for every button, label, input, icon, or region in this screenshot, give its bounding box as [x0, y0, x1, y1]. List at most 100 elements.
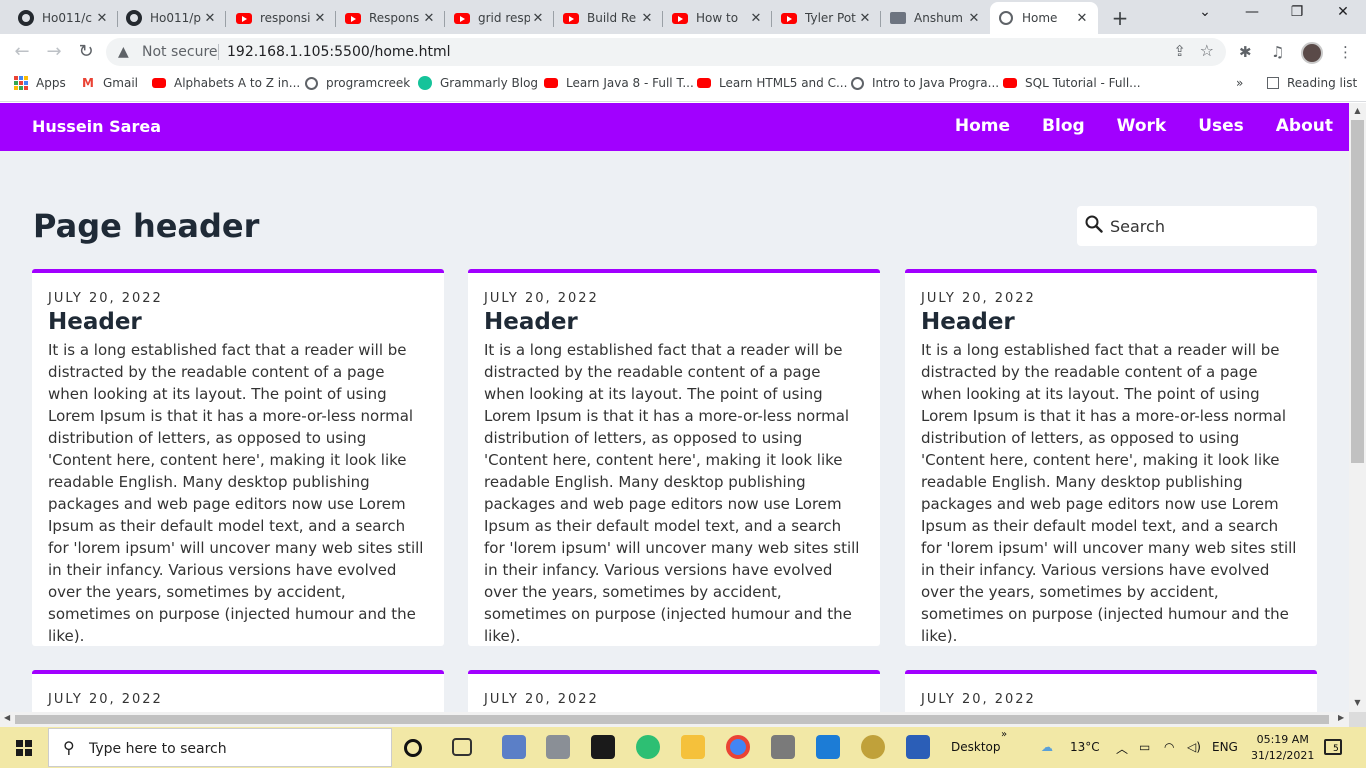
browser-tab[interactable]: Ho011/c ✕ — [10, 2, 118, 34]
windows-start-icon[interactable] — [16, 740, 32, 756]
weather-temp[interactable]: 13°C — [1070, 740, 1100, 754]
nav-link-blog[interactable]: Blog — [1042, 116, 1085, 136]
search-box[interactable] — [1077, 206, 1317, 246]
close-tab-icon[interactable]: ✕ — [530, 11, 546, 26]
more-bookmarks-icon[interactable]: » — [1236, 76, 1243, 90]
bookmark-item[interactable]: programcreek — [304, 76, 410, 90]
nav-link-home[interactable]: Home — [955, 116, 1010, 136]
powershell-icon[interactable] — [906, 735, 930, 759]
scrollbar-thumb[interactable] — [1351, 120, 1364, 463]
intellij-icon[interactable] — [591, 735, 615, 759]
language-indicator[interactable]: ENG — [1212, 740, 1238, 754]
vertical-scrollbar[interactable]: ▲ ▼ — [1349, 103, 1366, 712]
bookmark-item[interactable]: Learn HTML5 and C... — [697, 76, 847, 90]
volume-icon[interactable]: ◁) — [1187, 740, 1201, 754]
app-icon[interactable] — [502, 735, 526, 759]
browser-tab[interactable]: Anshum ✕ — [882, 2, 990, 34]
reading-list-button[interactable]: Reading list — [1267, 76, 1357, 90]
close-tab-icon[interactable]: ✕ — [966, 11, 982, 26]
post-card[interactable]: JULY 20, 2022 — [905, 670, 1317, 712]
browser-tab-active[interactable]: Home ✕ — [990, 2, 1098, 34]
task-view-icon[interactable] — [452, 738, 472, 756]
scroll-left-icon[interactable]: ◀ — [4, 713, 10, 722]
scroll-right-icon[interactable]: ▶ — [1338, 713, 1344, 722]
toolbar-expand-icon[interactable]: » — [1001, 729, 1007, 740]
bookmark-item[interactable]: Intro to Java Progra... — [850, 76, 999, 90]
notification-center-icon[interactable]: 5 — [1324, 739, 1342, 755]
close-tab-icon[interactable]: ✕ — [421, 11, 437, 26]
browser-tab[interactable]: Build Re ✕ — [555, 2, 663, 34]
close-window-icon[interactable]: ✕ — [1331, 4, 1355, 20]
bookmark-item[interactable]: Alphabets A to Z in... — [152, 76, 300, 90]
taskbar-search-placeholder[interactable]: Type here to search — [89, 741, 227, 757]
close-tab-icon[interactable]: ✕ — [639, 11, 655, 26]
security-label[interactable]: Not secure — [142, 44, 218, 60]
bookmark-gmail[interactable]: M Gmail — [81, 76, 138, 90]
close-tab-icon[interactable]: ✕ — [748, 11, 764, 26]
show-hidden-icons[interactable]: ︿ — [1116, 740, 1128, 757]
close-tab-icon[interactable]: ✕ — [1074, 11, 1090, 26]
nav-link-work[interactable]: Work — [1117, 116, 1167, 136]
post-card[interactable]: JULY 20, 2022 Header It is a long establ… — [905, 269, 1317, 646]
close-tab-icon[interactable]: ✕ — [202, 11, 218, 26]
atom-icon[interactable] — [636, 735, 660, 759]
url-text[interactable]: 192.168.1.105:5500/home.html — [227, 44, 451, 60]
bookmark-item[interactable]: Learn Java 8 - Full T... — [544, 76, 694, 90]
app-icon[interactable] — [861, 735, 885, 759]
bookmark-item[interactable]: Grammarly Blog — [418, 76, 538, 90]
battery-icon[interactable]: ▭ — [1139, 740, 1150, 754]
post-title[interactable]: Header — [48, 309, 428, 335]
post-title[interactable]: Header — [484, 309, 864, 335]
search-input[interactable] — [1110, 214, 1310, 238]
browser-tab[interactable]: Ho011/p ✕ — [118, 2, 226, 34]
scroll-down-icon[interactable]: ▼ — [1349, 698, 1366, 707]
close-tab-icon[interactable]: ✕ — [94, 11, 110, 26]
database-app-icon[interactable] — [546, 735, 570, 759]
share-icon[interactable]: ⇪ — [1173, 42, 1186, 60]
browser-tab[interactable]: grid resp ✕ — [446, 2, 554, 34]
browser-tab[interactable]: How to ✕ — [664, 2, 772, 34]
close-tab-icon[interactable]: ✕ — [312, 11, 328, 26]
taskbar-search[interactable]: ⚲ Type here to search — [48, 728, 392, 767]
tab-search-icon[interactable]: ⌄ — [1193, 4, 1217, 20]
bookmark-item[interactable]: SQL Tutorial - Full... — [1003, 76, 1141, 90]
post-card[interactable]: JULY 20, 2022 — [32, 670, 444, 712]
desktop-toolbar-label[interactable]: Desktop — [951, 740, 1001, 754]
calendar-app-icon[interactable] — [771, 735, 795, 759]
media-control-icon[interactable]: ♫ — [1271, 43, 1284, 61]
forward-icon[interactable]: → — [42, 40, 66, 64]
site-brand[interactable]: Hussein Sarea — [32, 117, 161, 136]
browser-tab[interactable]: responsi ✕ — [228, 2, 336, 34]
reload-icon[interactable]: ↻ — [74, 40, 98, 64]
chrome-icon[interactable] — [726, 735, 750, 759]
scrollbar-thumb[interactable] — [15, 715, 1329, 724]
clock[interactable]: 05:19 AM 31/12/2021 — [1251, 732, 1314, 764]
new-tab-icon[interactable]: + — [1108, 6, 1132, 30]
close-tab-icon[interactable]: ✕ — [857, 11, 873, 26]
profile-avatar[interactable] — [1301, 42, 1323, 64]
back-icon[interactable]: ← — [10, 40, 34, 64]
file-explorer-icon[interactable] — [681, 735, 705, 759]
horizontal-scrollbar[interactable]: ◀ ▶ — [0, 712, 1349, 727]
warning-icon[interactable]: ▲ — [118, 44, 129, 60]
wifi-icon[interactable]: ◠ — [1164, 740, 1174, 754]
bookmark-apps[interactable]: Apps — [14, 76, 66, 90]
weather-icon[interactable]: ☁ — [1041, 740, 1053, 754]
menu-icon[interactable]: ⋮ — [1338, 43, 1353, 61]
nav-link-uses[interactable]: Uses — [1198, 116, 1244, 136]
cortana-icon[interactable] — [404, 739, 422, 757]
post-card[interactable]: JULY 20, 2022 Header It is a long establ… — [468, 269, 880, 646]
minimize-icon[interactable]: — — [1240, 4, 1264, 20]
post-card[interactable]: JULY 20, 2022 — [468, 670, 880, 712]
restore-icon[interactable]: ❐ — [1285, 4, 1309, 20]
post-title[interactable]: Header — [921, 309, 1301, 335]
browser-tab[interactable]: Tyler Pot ✕ — [773, 2, 881, 34]
post-card[interactable]: JULY 20, 2022 Header It is a long establ… — [32, 269, 444, 646]
extensions-icon[interactable]: ✱ — [1239, 43, 1252, 61]
vscode-icon[interactable] — [816, 735, 840, 759]
browser-tab[interactable]: Respons ✕ — [337, 2, 445, 34]
bookmark-star-icon[interactable]: ☆ — [1200, 41, 1214, 60]
scroll-up-icon[interactable]: ▲ — [1349, 106, 1366, 115]
address-bar[interactable]: ▲ Not secure 192.168.1.105:5500/home.htm… — [106, 38, 1226, 66]
nav-link-about[interactable]: About — [1276, 116, 1333, 136]
